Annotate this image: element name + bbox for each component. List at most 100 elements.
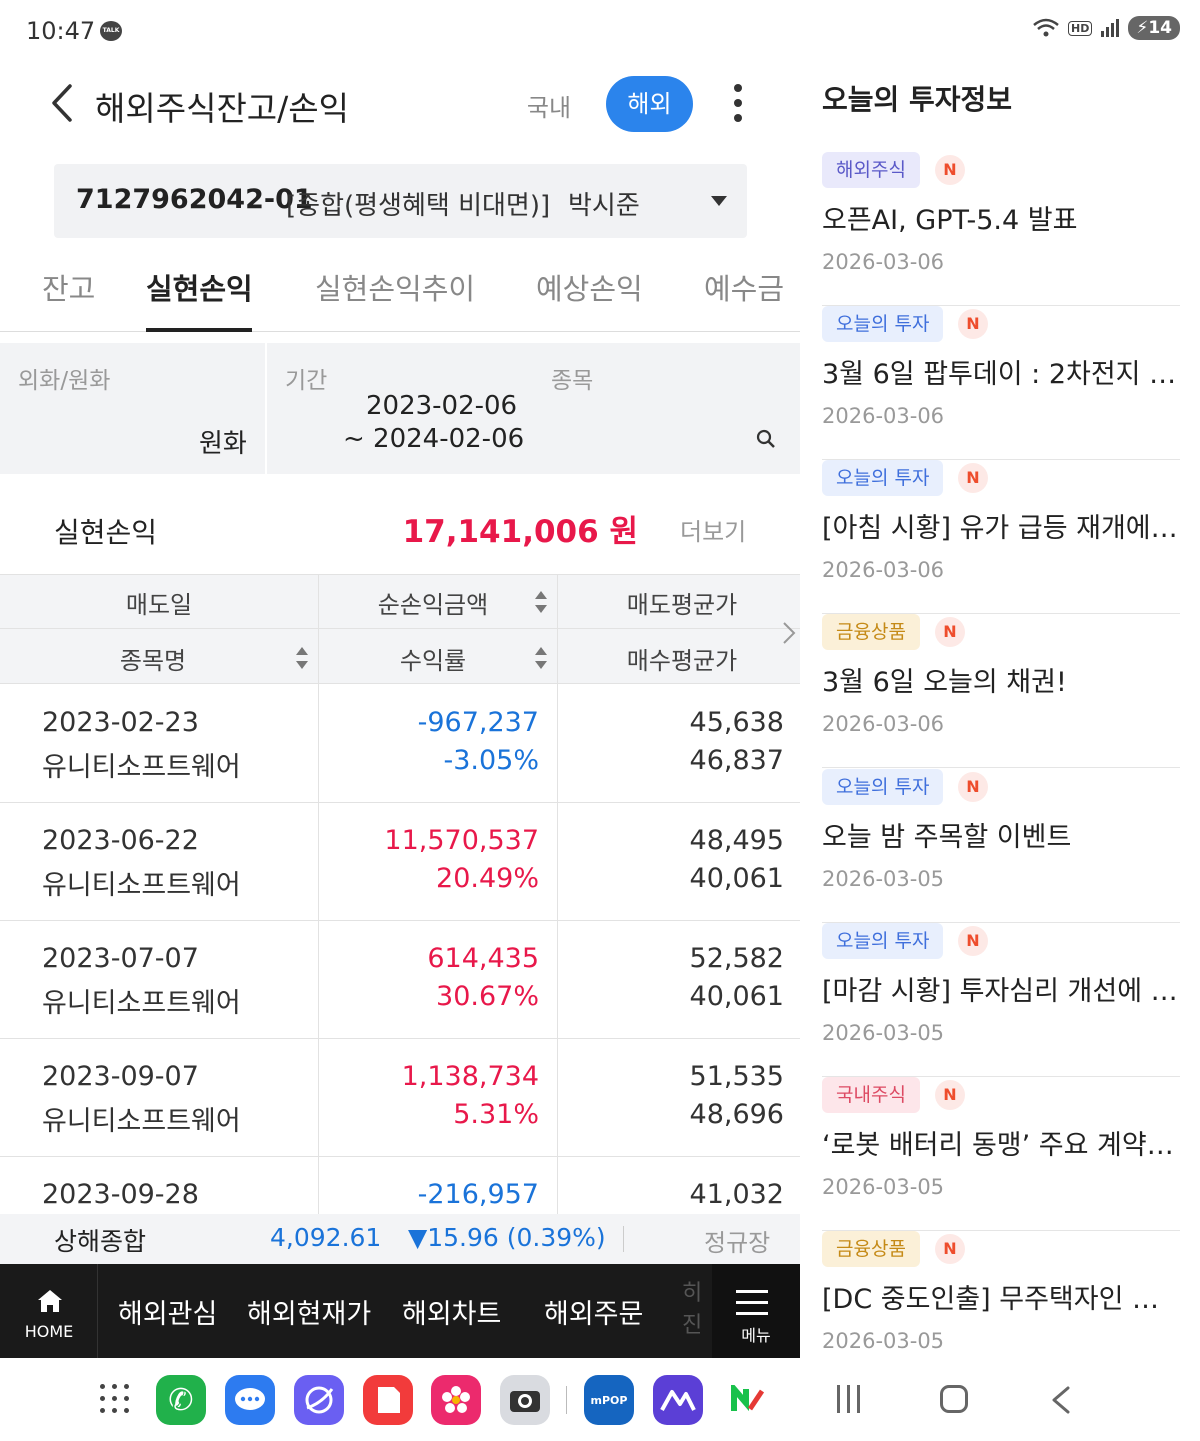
news-headline: [DC 중도인출] 무주택자인 경우 <box>822 1284 1180 1315</box>
notes-app-icon[interactable] <box>363 1375 413 1425</box>
row-date: 2023-09-07 <box>42 1061 199 1092</box>
phone-app-icon[interactable]: ✆ <box>156 1375 206 1425</box>
tab-balance[interactable]: 잔고 <box>42 266 95 308</box>
hd-voice-icon: HD <box>1068 20 1093 36</box>
row-sell-avg: 45,638 <box>689 707 784 738</box>
news-item[interactable]: 오늘의 투자 N [마감 시황] 투자심리 개선에 반등 2026-03-05 <box>822 923 1180 1077</box>
row-net-profit: 614,435 <box>427 943 539 974</box>
news-headline: ‘로봇 배터리 동맹’ 주요 계약 체결 <box>822 1130 1180 1161</box>
mpop-app-icon[interactable]: mPOP <box>584 1375 634 1425</box>
currency-value[interactable]: 원화 <box>199 423 247 460</box>
table-row[interactable]: 2023-02-23 유니티소프트웨어 -967,237 -3.05% 45,6… <box>0 685 800 803</box>
status-icons: HD ⚡14 <box>1032 16 1180 40</box>
bottom-menu-bar: HOME 해외관심 해외현재가 해외차트 해외주문 히 진 메뉴 <box>0 1264 800 1358</box>
account-selector[interactable]: 7127962042-01 [종합(평생혜택 비대면)] 박시준 <box>54 164 747 238</box>
summary-label: 실현손익 <box>54 516 158 549</box>
menu-label: 메뉴 <box>741 1326 771 1345</box>
kakaotalk-notification-icon: TALK <box>100 21 122 41</box>
main-panel: 해외주식잔고/손익 국내 해외 7127962042-01 [종합(평생혜택 비… <box>0 64 800 1358</box>
news-category-badge: 금융상품 <box>822 614 920 650</box>
back-nav-icon[interactable] <box>1048 1385 1074 1415</box>
messages-app-icon[interactable] <box>225 1375 275 1425</box>
news-item[interactable]: 금융상품 N 3월 6일 오늘의 채권! 2026-03-06 <box>822 614 1180 768</box>
row-sell-avg: 48,495 <box>689 825 784 856</box>
news-category-badge: 오늘의 투자 <box>822 923 944 959</box>
news-date: 2026-03-05 <box>822 867 945 891</box>
news-date: 2026-03-05 <box>822 1021 945 1045</box>
home-label: HOME <box>24 1322 74 1341</box>
account-type: [종합(평생혜택 비대면)] <box>286 191 551 221</box>
header-return-rate[interactable]: 수익률 <box>318 641 548 676</box>
camera-app-icon[interactable] <box>500 1375 550 1425</box>
app-drawer-icon[interactable] <box>100 1384 132 1416</box>
back-arrow-icon[interactable] <box>44 80 84 126</box>
table-row[interactable]: 2023-09-28 -216,957 41,032 <box>0 1157 800 1215</box>
menu-overseas-order[interactable]: 해외주문 <box>544 1292 643 1331</box>
new-badge: N <box>958 309 988 339</box>
news-date: 2026-03-05 <box>822 1329 945 1353</box>
sort-stock-name-icon[interactable] <box>296 647 308 669</box>
tab-deposit[interactable]: 예수금 <box>704 266 784 308</box>
news-headline: [마감 시황] 투자심리 개선에 반등 <box>822 976 1180 1007</box>
signal-icon <box>1101 19 1120 37</box>
row-return-rate: -3.05% <box>443 745 539 776</box>
search-icon[interactable] <box>756 429 776 449</box>
news-item[interactable]: 오늘의 투자 N 오늘 밤 주목할 이벤트 2026-03-05 <box>822 769 1180 923</box>
row-sell-avg: 52,582 <box>689 943 784 974</box>
period-end[interactable]: ~ 2024-02-06 <box>343 424 524 454</box>
table-row[interactable]: 2023-09-07 유니티소프트웨어 1,138,734 5.31% 51,5… <box>0 1039 800 1157</box>
row-return-rate: 20.49% <box>436 863 539 894</box>
wifi-icon <box>1033 18 1059 37</box>
period-start[interactable]: 2023-02-06 <box>366 391 517 421</box>
news-category-badge: 금융상품 <box>822 1231 920 1267</box>
sort-net-profit-icon[interactable] <box>535 591 547 613</box>
gallery-app-icon[interactable] <box>431 1375 481 1425</box>
header-stock-name[interactable]: 종목명 <box>0 641 306 676</box>
internet-app-icon[interactable] <box>294 1375 344 1425</box>
news-category-badge: 오늘의 투자 <box>822 769 944 805</box>
row-return-rate: 30.67% <box>436 981 539 1012</box>
row-buy-avg: 48,696 <box>689 1099 784 1130</box>
active-tab-indicator <box>146 328 252 332</box>
system-navigation-bar: ✆ mPOP <box>0 1358 1200 1441</box>
news-date: 2026-03-06 <box>822 250 945 274</box>
index-name: 상해종합 <box>54 1227 147 1256</box>
row-stock-name: 유니티소프트웨어 <box>42 1106 241 1137</box>
tab-bar: 잔고 실현손익 실현손익추이 예상손익 예수금 <box>0 254 800 332</box>
menu-partial-item[interactable]: 히 진 <box>682 1278 702 1342</box>
header-net-profit[interactable]: 순손익금액 <box>318 585 548 620</box>
news-item[interactable]: 국내주식 N ‘로봇 배터리 동맹’ 주요 계약 체결 2026-03-05 <box>822 1077 1180 1231</box>
news-item[interactable]: 오늘의 투자 N 3월 6일 팝투데이 : 2차전지 강세 2026-03-06 <box>822 306 1180 460</box>
realized-pl-list: 2023-02-23 유니티소프트웨어 -967,237 -3.05% 45,6… <box>0 685 800 1215</box>
tab-realized-pl[interactable]: 실현손익 <box>146 266 253 308</box>
new-badge: N <box>935 155 965 185</box>
segment-overseas[interactable]: 해외 <box>606 76 693 132</box>
index-ticker[interactable]: 상해종합 4,092.61 ▼15.96 (0.39%) 정규장 <box>0 1214 800 1264</box>
row-buy-avg: 40,061 <box>689 981 784 1012</box>
table-row[interactable]: 2023-06-22 유니티소프트웨어 11,570,537 20.49% 48… <box>0 803 800 921</box>
more-options-icon[interactable] <box>730 84 746 124</box>
new-badge: N <box>958 926 988 956</box>
table-row[interactable]: 2023-07-07 유니티소프트웨어 614,435 30.67% 52,58… <box>0 921 800 1039</box>
row-stock-name: 유니티소프트웨어 <box>42 752 241 783</box>
menu-overseas-chart[interactable]: 해외차트 <box>402 1292 501 1331</box>
recent-apps-icon[interactable] <box>835 1385 863 1413</box>
news-item[interactable]: 오늘의 투자 N [아침 시황] 유가 급등 재개에 약세 2026-03-06 <box>822 460 1180 614</box>
row-buy-avg: 46,837 <box>689 745 784 776</box>
more-link[interactable]: 더보기 <box>680 512 746 547</box>
hamburger-menu-icon <box>736 1290 768 1316</box>
sort-return-rate-icon[interactable] <box>535 647 547 669</box>
menu-overseas-watchlist[interactable]: 해외관심 <box>118 1292 217 1331</box>
home-nav-icon[interactable] <box>940 1385 968 1413</box>
menu-button[interactable]: 메뉴 <box>712 1264 800 1358</box>
segment-domestic[interactable]: 국내 <box>512 88 586 123</box>
new-badge: N <box>935 1080 965 1110</box>
menu-overseas-quote[interactable]: 해외현재가 <box>247 1292 371 1331</box>
tab-expected-pl[interactable]: 예상손익 <box>536 266 643 308</box>
news-item[interactable]: 해외주식 N 오픈AI, GPT-5.4 발표 2026-03-06 <box>822 152 1180 306</box>
tab-realized-pl-trend[interactable]: 실현손익추이 <box>315 266 475 308</box>
chevron-right-icon[interactable] <box>780 620 798 646</box>
naver-app-icon[interactable] <box>722 1375 772 1425</box>
home-button[interactable]: HOME <box>0 1264 98 1358</box>
stock-app-icon[interactable] <box>653 1375 703 1425</box>
